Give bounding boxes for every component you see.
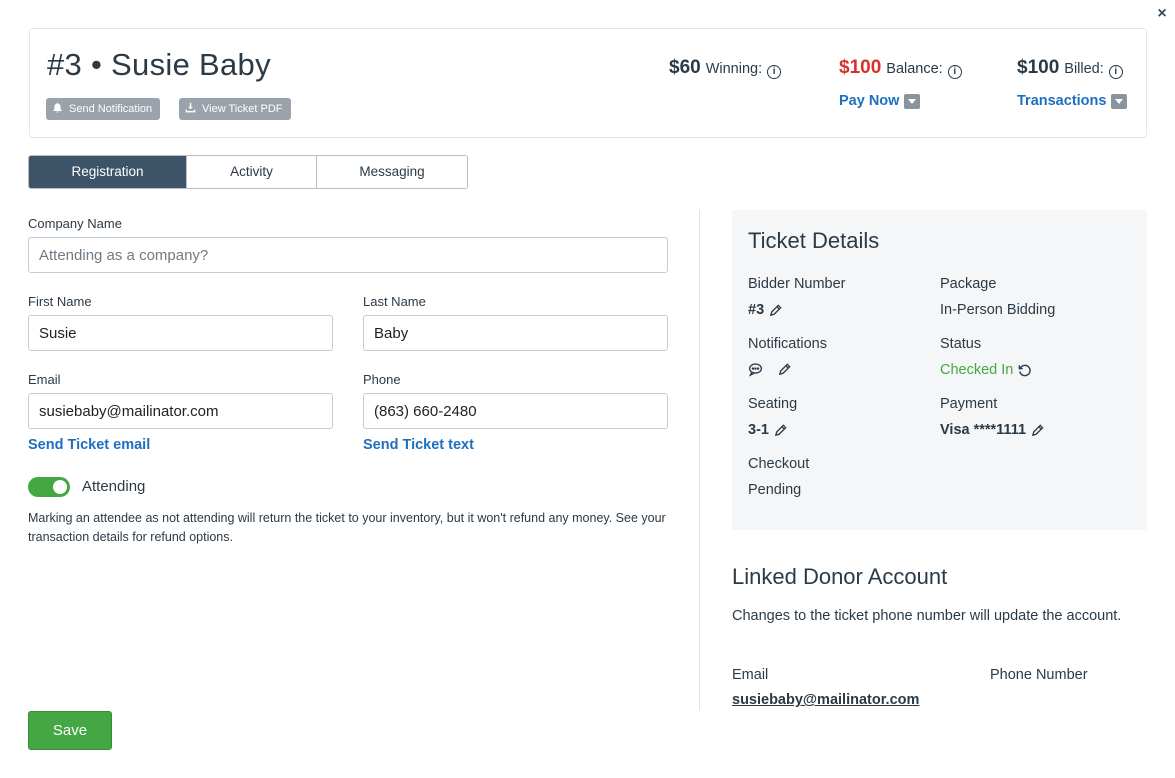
tab-registration[interactable]: Registration (29, 156, 186, 188)
pencil-icon[interactable] (777, 362, 792, 377)
billed-label: Billed: (1064, 61, 1104, 77)
close-icon[interactable]: × (1154, 6, 1170, 22)
package-label: Package (940, 276, 997, 292)
seating-label: Seating (748, 396, 798, 412)
attending-note: Marking an attendee as not attending wil… (28, 511, 666, 544)
balance-stat: $100 Balance: i (839, 57, 962, 79)
attendee-header: #3 • Susie Baby Send Notification View T… (29, 28, 1147, 138)
bidder-number-value: #3 (748, 302, 783, 318)
winning-stat: $60 Winning: i (669, 57, 782, 79)
phone-label: Phone (363, 372, 401, 387)
company-name-input[interactable] (28, 237, 668, 273)
email-label: Email (28, 372, 61, 387)
first-name-label: First Name (28, 294, 92, 309)
chat-bubble-icon[interactable] (748, 362, 763, 377)
phone-input[interactable] (363, 393, 668, 429)
send-ticket-text-link[interactable]: Send Ticket text (363, 437, 474, 453)
transactions-label: Transactions (1017, 93, 1107, 109)
balance-label: Balance: (886, 61, 943, 77)
send-ticket-email-link[interactable]: Send Ticket email (28, 437, 150, 453)
undo-icon[interactable] (1017, 363, 1032, 378)
donor-phone-label: Phone Number (990, 667, 1088, 683)
pay-now-label: Pay Now (839, 93, 900, 109)
winning-amount: $60 (669, 57, 701, 78)
pay-now-dropdown[interactable]: Pay Now (839, 93, 921, 109)
seating-value: 3-1 (748, 422, 788, 438)
view-ticket-pdf-label: View Ticket PDF (202, 103, 283, 115)
billed-stat: $100 Billed: i (1017, 57, 1123, 79)
donor-email-link[interactable]: susiebaby@mailinator.com (732, 692, 919, 708)
pencil-icon[interactable] (768, 303, 783, 318)
info-icon[interactable]: i (947, 65, 962, 79)
first-name-input[interactable] (28, 315, 333, 351)
bell-icon (52, 102, 63, 116)
pencil-icon[interactable] (1030, 423, 1045, 438)
billed-amount: $100 (1017, 57, 1060, 78)
donor-email-label: Email (732, 667, 769, 683)
chevron-down-icon (904, 93, 921, 109)
attending-toggle[interactable] (28, 477, 70, 497)
info-icon[interactable]: i (1108, 65, 1123, 79)
save-button[interactable]: Save (28, 711, 112, 750)
notifications-value (748, 362, 792, 377)
checkout-label: Checkout (748, 456, 810, 472)
send-notification-button[interactable]: Send Notification (46, 98, 161, 120)
payment-value: Visa ****1111 (940, 422, 1045, 438)
winning-label: Winning: (705, 61, 763, 77)
checkout-value: Pending (748, 482, 802, 498)
column-divider (699, 210, 700, 710)
view-ticket-pdf-button[interactable]: View Ticket PDF (179, 98, 291, 120)
package-value: In-Person Bidding (940, 302, 1056, 318)
info-icon[interactable]: i (767, 65, 782, 79)
balance-amount: $100 (839, 57, 882, 78)
page-title: #3 • Susie Baby (47, 47, 271, 82)
tab-messaging[interactable]: Messaging (316, 156, 467, 188)
download-icon (185, 102, 196, 116)
chevron-down-icon (1111, 93, 1128, 109)
bidder-number-label: Bidder Number (748, 276, 846, 292)
status-label: Status (940, 336, 982, 352)
tab-bar: Registration Activity Messaging (28, 155, 468, 189)
last-name-label: Last Name (363, 294, 426, 309)
attending-label: Attending (82, 478, 146, 495)
company-name-label: Company Name (28, 216, 122, 231)
last-name-input[interactable] (363, 315, 668, 351)
email-input[interactable] (28, 393, 333, 429)
notifications-label: Notifications (748, 336, 827, 352)
payment-text: Visa ****1111 (940, 422, 1027, 438)
tab-activity[interactable]: Activity (186, 156, 316, 188)
send-notification-label: Send Notification (69, 103, 153, 115)
seating-text: 3-1 (748, 422, 769, 438)
ticket-details-card: Ticket Details Bidder Number #3 Package … (732, 210, 1147, 530)
status-text: Checked In (940, 362, 1014, 378)
payment-label: Payment (940, 396, 998, 412)
status-value: Checked In (940, 362, 1032, 378)
bidder-number-text: #3 (748, 302, 765, 318)
linked-donor-description: Changes to the ticket phone number will … (732, 608, 1122, 624)
ticket-details-title: Ticket Details (748, 228, 880, 253)
linked-donor-title: Linked Donor Account (732, 564, 948, 589)
pencil-icon[interactable] (773, 423, 788, 438)
transactions-dropdown[interactable]: Transactions (1017, 93, 1128, 109)
